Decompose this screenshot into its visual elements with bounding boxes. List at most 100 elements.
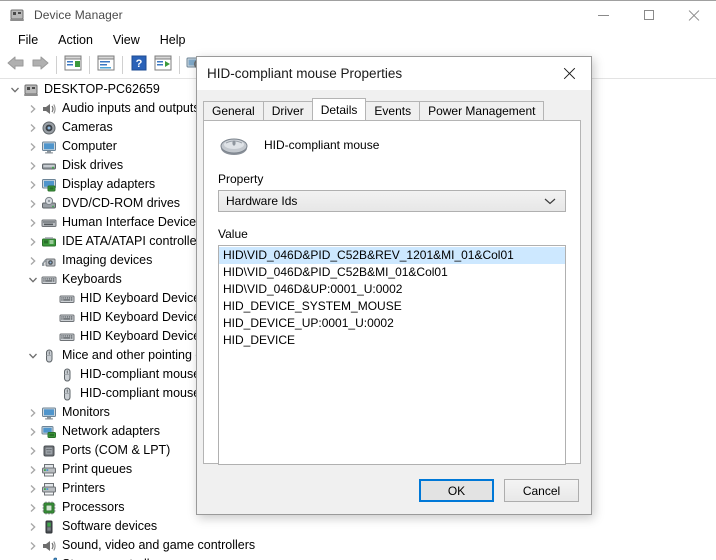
chevron-right-icon[interactable]	[25, 441, 41, 460]
value-list-item[interactable]: HID_DEVICE_SYSTEM_MOUSE	[219, 298, 565, 315]
chevron-down-icon[interactable]	[25, 270, 41, 289]
processor-icon	[41, 500, 57, 516]
maximize-icon	[644, 10, 654, 20]
tree-item-label: Printers	[62, 479, 105, 498]
update-driver-button[interactable]	[94, 53, 118, 77]
chevron-right-icon[interactable]	[25, 175, 41, 194]
chevron-down-icon	[544, 197, 556, 205]
help-button[interactable]: ?	[127, 53, 151, 77]
chevron-right-icon[interactable]	[25, 479, 41, 498]
software-device-icon	[41, 519, 57, 535]
chevron-right-icon[interactable]	[25, 555, 41, 560]
dialog-buttons: OK Cancel	[197, 479, 591, 502]
ok-button[interactable]: OK	[419, 479, 494, 502]
menu-help[interactable]: Help	[150, 31, 196, 49]
keyboard-icon	[41, 272, 57, 288]
tree-item-label: Keyboards	[62, 270, 122, 289]
chevron-right-icon[interactable]	[25, 460, 41, 479]
back-icon	[6, 55, 26, 74]
tab-power-management[interactable]: Power Management	[419, 101, 544, 120]
svg-text:?: ?	[136, 58, 143, 70]
scan-hardware-changes-icon	[154, 55, 172, 74]
device-header: HID-compliant mouse	[204, 121, 580, 157]
tree-item-label: HID Keyboard Device	[80, 327, 200, 346]
chevron-right-icon[interactable]	[25, 156, 41, 175]
chevron-right-icon[interactable]	[25, 498, 41, 517]
disk-drive-icon	[41, 158, 57, 174]
chevron-right-icon[interactable]	[25, 137, 41, 156]
toolbar-separator	[89, 56, 90, 74]
minimize-button[interactable]	[581, 1, 626, 29]
chevron-right-icon[interactable]	[25, 99, 41, 118]
back-button[interactable]	[4, 53, 28, 77]
chevron-right-icon[interactable]	[25, 536, 41, 555]
port-icon	[41, 443, 57, 459]
property-dropdown[interactable]: Hardware Ids	[218, 190, 566, 212]
speaker-icon	[41, 538, 57, 554]
tab-general[interactable]: General	[203, 101, 264, 120]
dvd-drive-icon	[41, 196, 57, 212]
device-properties-dialog: HID-compliant mouse Properties GeneralDr…	[196, 56, 592, 515]
tab-details[interactable]: Details	[312, 98, 367, 120]
chevron-right-icon[interactable]	[25, 517, 41, 536]
tree-item-label: DESKTOP-PC62659	[44, 80, 160, 99]
device-name: HID-compliant mouse	[264, 138, 379, 152]
maximize-button[interactable]	[626, 1, 671, 29]
ide-controller-icon	[41, 234, 57, 250]
tree-item-label: Print queues	[62, 460, 132, 479]
value-list-item[interactable]: HID\VID_046D&UP:0001_U:0002	[219, 281, 565, 298]
tree-item-label: Ports (COM & LPT)	[62, 441, 170, 460]
chevron-right-icon[interactable]	[25, 403, 41, 422]
chevron-right-icon[interactable]	[25, 213, 41, 232]
toolbar-separator	[56, 56, 57, 74]
chevron-down-icon[interactable]	[25, 346, 41, 365]
tree-item-storage-controllers[interactable]: Storage controllers	[0, 555, 716, 560]
tree-item-label: Network adapters	[62, 422, 160, 441]
tree-item-sound-video-and-game-controllers[interactable]: Sound, video and game controllers	[0, 536, 716, 555]
forward-button[interactable]	[28, 53, 52, 77]
storage-controller-icon	[41, 557, 57, 560]
tree-item-label: HID Keyboard Device	[80, 289, 200, 308]
tree-item-label: Software devices	[62, 517, 157, 536]
chevron-right-icon[interactable]	[25, 194, 41, 213]
tree-item-software-devices[interactable]: Software devices	[0, 517, 716, 536]
monitor-icon	[41, 405, 57, 421]
speaker-icon	[41, 101, 57, 117]
window-titlebar: Device Manager	[0, 1, 716, 29]
value-list-item[interactable]: HID\VID_046D&PID_C52B&REV_1201&MI_01&Col…	[219, 247, 565, 264]
window-controls	[581, 1, 716, 29]
toolbar-separator	[179, 56, 180, 74]
chevron-right-icon[interactable]	[25, 251, 41, 270]
value-listbox[interactable]: HID\VID_046D&PID_C52B&REV_1201&MI_01&Col…	[218, 245, 566, 465]
tree-item-label: Human Interface Devices	[62, 213, 202, 232]
scan-hardware-changes-button[interactable]	[151, 53, 175, 77]
mouse-icon	[218, 131, 250, 159]
menu-file[interactable]: File	[8, 31, 48, 49]
chevron-right-icon[interactable]	[25, 118, 41, 137]
display-adapter-icon	[41, 177, 57, 193]
hid-icon	[41, 215, 57, 231]
printer-icon	[41, 481, 57, 497]
close-button[interactable]	[671, 1, 716, 29]
cancel-button[interactable]: Cancel	[504, 479, 579, 502]
toolbar-separator	[122, 56, 123, 74]
menu-view[interactable]: View	[103, 31, 150, 49]
properties-button[interactable]	[61, 53, 85, 77]
tab-driver[interactable]: Driver	[263, 101, 313, 120]
device-manager-icon	[9, 7, 25, 23]
chevron-right-icon[interactable]	[25, 232, 41, 251]
tree-item-label: Sound, video and game controllers	[62, 536, 255, 555]
value-list-item[interactable]: HID_DEVICE	[219, 332, 565, 349]
chevron-down-icon[interactable]	[7, 80, 23, 99]
details-tab-page: HID-compliant mouse Property Hardware Id…	[203, 120, 581, 464]
dialog-tabstrip: GeneralDriverDetailsEventsPower Manageme…	[203, 98, 591, 120]
property-label: Property	[218, 172, 580, 186]
menu-action[interactable]: Action	[48, 31, 103, 49]
value-list-item[interactable]: HID\VID_046D&PID_C52B&MI_01&Col01	[219, 264, 565, 281]
tab-events[interactable]: Events	[365, 101, 420, 120]
tree-item-label: DVD/CD-ROM drives	[62, 194, 180, 213]
value-list-item[interactable]: HID_DEVICE_UP:0001_U:0002	[219, 315, 565, 332]
close-icon	[563, 67, 575, 79]
dialog-close-button[interactable]	[547, 57, 591, 88]
chevron-right-icon[interactable]	[25, 422, 41, 441]
